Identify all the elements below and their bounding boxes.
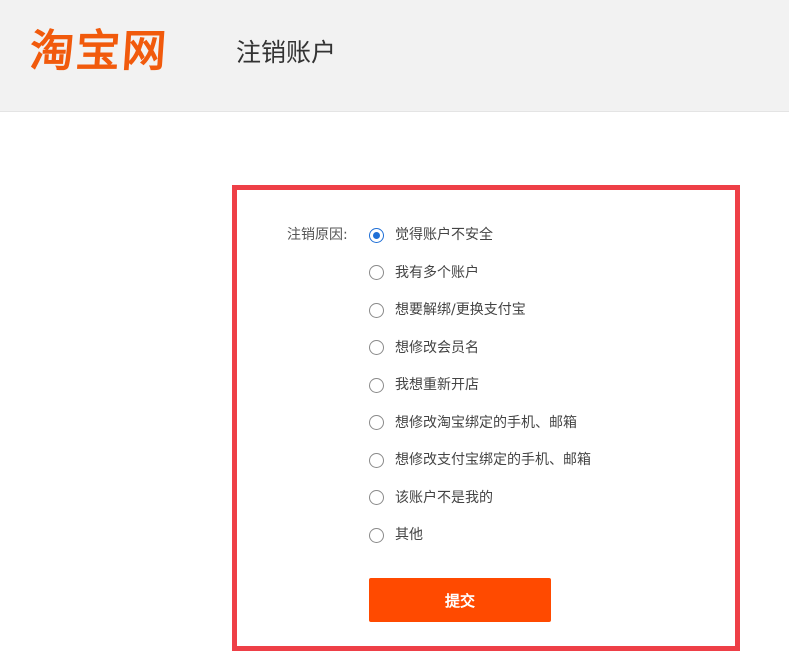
reason-option-change-alipay[interactable]: 想要解绑/更换支付宝 <box>369 300 591 320</box>
reason-option-change-taobao-contact[interactable]: 想修改淘宝绑定的手机、邮箱 <box>369 413 591 433</box>
radio-icon[interactable] <box>369 377 384 393</box>
radio-icon[interactable] <box>369 302 384 318</box>
option-label: 其他 <box>395 527 423 543</box>
radio-icon[interactable] <box>369 490 384 505</box>
option-label: 想修改淘宝绑定的手机、邮箱 <box>395 414 577 431</box>
reason-label: 注销原因: <box>287 227 348 243</box>
reason-option-change-username[interactable]: 想修改会员名 <box>369 338 591 358</box>
page-title: 注销账户 <box>236 38 337 67</box>
option-label: 我想重新开店 <box>395 377 479 393</box>
cancel-account-form: 注销原因: 觉得账户不安全 我有多个账户 想要解绑/更换支付宝 想修改会员名 我… <box>232 185 740 651</box>
option-label: 想要解绑/更换支付宝 <box>395 302 526 318</box>
option-label: 想修改会员名 <box>395 339 479 356</box>
radio-icon[interactable] <box>369 340 384 355</box>
reason-option-other[interactable]: 其他 <box>369 525 591 545</box>
option-label: 该账户不是我的 <box>395 489 493 506</box>
option-label: 觉得账户不安全 <box>395 227 493 243</box>
radio-icon[interactable] <box>369 227 384 243</box>
reason-option-insecure[interactable]: 觉得账户不安全 <box>369 225 591 245</box>
option-label: 想修改支付宝绑定的手机、邮箱 <box>395 452 591 468</box>
radio-icon[interactable] <box>369 265 384 280</box>
reason-options: 觉得账户不安全 我有多个账户 想要解绑/更换支付宝 想修改会员名 我想重新开店 … <box>369 225 591 563</box>
reason-option-reopen-store[interactable]: 我想重新开店 <box>369 375 591 395</box>
radio-icon[interactable] <box>369 415 384 430</box>
reason-option-not-mine[interactable]: 该账户不是我的 <box>369 488 591 508</box>
radio-icon[interactable] <box>369 452 384 468</box>
reason-option-change-alipay-contact[interactable]: 想修改支付宝绑定的手机、邮箱 <box>369 450 591 470</box>
taobao-logo[interactable]: 淘宝网 <box>28 26 170 78</box>
reason-option-multiple-accounts[interactable]: 我有多个账户 <box>369 263 591 283</box>
page-header: 淘宝网 注销账户 <box>0 0 789 112</box>
option-label: 我有多个账户 <box>395 264 479 281</box>
radio-icon[interactable] <box>369 527 384 543</box>
submit-button[interactable]: 提交 <box>369 578 551 622</box>
